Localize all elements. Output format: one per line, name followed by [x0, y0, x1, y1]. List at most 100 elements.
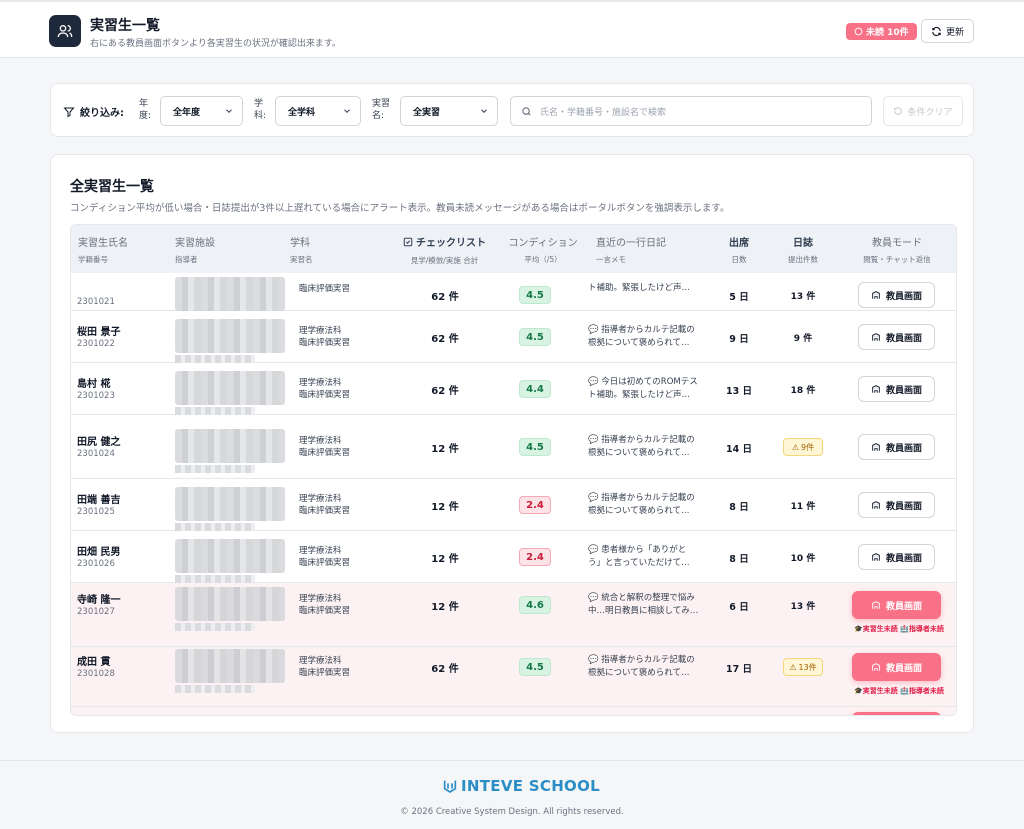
teacher-view-button[interactable]: 教員画面: [852, 591, 941, 619]
col-nisshi: 日誌 提出件数: [788, 238, 818, 264]
student-id: 2301023: [77, 391, 115, 401]
dept-name: 理学療法科: [299, 378, 342, 388]
practice-name: 臨床評価実習: [299, 606, 351, 616]
year-label: 年度:: [139, 99, 152, 121]
attendance-days: 17 日: [725, 664, 753, 675]
dept-cell: 理学療法科 臨床評価実習: [299, 493, 350, 517]
building-icon: [872, 333, 880, 341]
teacher-view-label: 教員画面: [885, 501, 922, 512]
filter-label: 絞り込み:: [63, 104, 124, 119]
col-facility: 実習施設 指導者: [175, 238, 215, 264]
brand-logo-text: INTEVE SCHOOL: [461, 777, 601, 795]
practice-select-value: 全実習: [413, 107, 441, 118]
table-header: 実習生氏名 学籍番号 実習施設 指導者 学科 実習名 チェックリスト 見学/模倣/実施…: [71, 225, 956, 273]
teacher-view-button[interactable]: 教員画面: [858, 544, 935, 570]
nisshi-count: 9 件: [793, 334, 813, 344]
chevron-down-icon: [226, 109, 232, 113]
refresh-button[interactable]: 更新: [921, 19, 974, 43]
year-select-value: 全年度: [173, 107, 201, 118]
dept-select[interactable]: 全学科: [275, 96, 361, 126]
diary-line-1: 💬 指導者からカルテ記載の: [588, 493, 695, 503]
unread-badge[interactable]: 未読 10件: [846, 23, 917, 40]
attendance-days: 8 日: [729, 554, 749, 565]
filter-label-text: 絞り込み:: [80, 108, 124, 119]
dept-name: 理学療法科: [299, 546, 342, 556]
practice-name: 臨床評価実習: [299, 284, 351, 294]
teacher-view-button[interactable]: 教員画面: [852, 653, 941, 681]
condition-score: 4.5: [519, 658, 551, 676]
teacher-view-button[interactable]: 教員画面: [858, 324, 935, 350]
student-id: 2301024: [77, 449, 115, 459]
student-name[interactable]: 成田 貫: [77, 653, 110, 668]
building-icon: [872, 601, 880, 609]
student-name[interactable]: 田端 善吉: [77, 491, 120, 506]
nisshi-warning-badge: ⚠ 13件: [783, 658, 823, 676]
instructor-redacted: [175, 575, 255, 583]
diary-cell: 💬 指導者からカルテ記載の 根拠について褒められて…: [588, 654, 708, 680]
diary-line-2: 中…明日教員に相談してみ…: [588, 606, 699, 616]
diary-cell: ト補助。緊張したけど声…: [588, 282, 708, 295]
dept-cell: 理学療法科 臨床評価実習: [299, 545, 350, 569]
student-name[interactable]: 寺崎 隆一: [77, 591, 120, 606]
practice-select[interactable]: 全実習: [400, 96, 498, 126]
building-icon: [872, 385, 880, 393]
student-name[interactable]: 田尻 健之: [77, 433, 120, 448]
year-select[interactable]: 全年度: [160, 96, 243, 126]
condition-score: 4.5: [519, 438, 551, 456]
checklist-count: 12 件: [431, 444, 459, 455]
practice-name: 臨床評価実習: [299, 668, 351, 678]
diary-cell: 💬 今日は初めてのROMテス ト補助。緊張したけど声…: [588, 376, 708, 402]
filter-bar: 絞り込み: 年度: 全年度 学科: 全学科 実習名: 全実習 氏名・学籍番号・施…: [50, 83, 974, 137]
diary-line-2: 根拠について褒められて…: [588, 448, 690, 458]
condition-score: 4.6: [519, 596, 551, 614]
col-checklist: チェックリスト 見学/模倣/実施 合計: [397, 234, 492, 266]
practice-name: 臨床評価実習: [299, 390, 351, 400]
teacher-view-button[interactable]: 教員画面: [858, 282, 935, 308]
clear-filter-button[interactable]: 条件クリア: [883, 96, 963, 126]
diary-line-2: ト補助。緊張したけど声…: [588, 390, 691, 400]
student-name[interactable]: 桜田 景子: [77, 323, 120, 338]
instructor-redacted: [175, 355, 255, 363]
teacher-view-button[interactable]: 教員画面: [858, 434, 935, 460]
unread-tags: 🎓実習生未読 🏥指導者未読: [854, 687, 944, 695]
building-icon: [872, 663, 880, 671]
diary-line-2: 根拠について褒められて…: [588, 338, 690, 348]
users-icon: [49, 15, 81, 47]
teacher-view-label: 教員画面: [885, 385, 922, 396]
attendance-days: 6 日: [729, 602, 749, 613]
diary-line-1: 💬 今日は初めてのROMテス: [588, 377, 698, 387]
checklist-count: 12 件: [431, 554, 459, 565]
teacher-view-label: 教員画面: [885, 443, 922, 454]
checklist-count: 12 件: [431, 602, 459, 613]
student-name[interactable]: 田畑 民男: [77, 543, 120, 558]
page-title: 実習生一覧: [90, 18, 160, 34]
facility-redacted: [175, 649, 285, 683]
facility-redacted: [175, 277, 285, 311]
chevron-down-icon: [344, 109, 350, 113]
student-id: 2301025: [77, 507, 115, 517]
card-description: コンディション平均が低い場合・日誌提出が3件以上遅れている場合にアラート表示。教…: [70, 203, 730, 214]
facility-redacted: [175, 319, 285, 353]
diary-line-2: う」と言っていただけて…: [588, 558, 690, 568]
col-dept: 学科 実習名: [290, 238, 313, 264]
app-header: 実習生一覧 右にある教員画面ボタンより各実習生の状況が確認出来ます。 未読 10…: [0, 0, 1024, 58]
instructor-redacted: [175, 623, 255, 631]
student-table[interactable]: 2301021 臨床評価実習 62 件 4.5 ト補助。緊張したけど声… 5 日 13 件教…: [70, 224, 957, 716]
student-name[interactable]: 島村 椛: [77, 375, 110, 390]
diary-line-1: 💬 統合と解釈の整理で悩み: [588, 593, 695, 603]
building-icon: [872, 291, 880, 299]
teacher-view-button[interactable]: 教員画面: [858, 492, 935, 518]
teacher-view-button[interactable]: [852, 712, 941, 715]
diary-cell: 💬 統合と解釈の整理で悩み 中…明日教員に相談してみ…: [588, 592, 708, 618]
attendance-days: 9 日: [729, 334, 749, 345]
col-condition: コンディション 平均（/5）: [508, 238, 578, 264]
card-title: 全実習生一覧: [70, 179, 154, 195]
practice-name: 臨床評価実習: [299, 506, 351, 516]
search-input[interactable]: 氏名・学籍番号・施設名で検索: [510, 96, 872, 126]
checklist-count: 62 件: [431, 386, 459, 397]
teacher-view-label: 教員画面: [885, 291, 922, 302]
dept-cell: 理学療法科 臨床評価実習: [299, 593, 350, 617]
teacher-view-button[interactable]: 教員画面: [858, 376, 935, 402]
checklist-count: 62 件: [431, 292, 459, 303]
student-list-card: 全実習生一覧 コンディション平均が低い場合・日誌提出が3件以上遅れている場合にア…: [50, 154, 974, 733]
